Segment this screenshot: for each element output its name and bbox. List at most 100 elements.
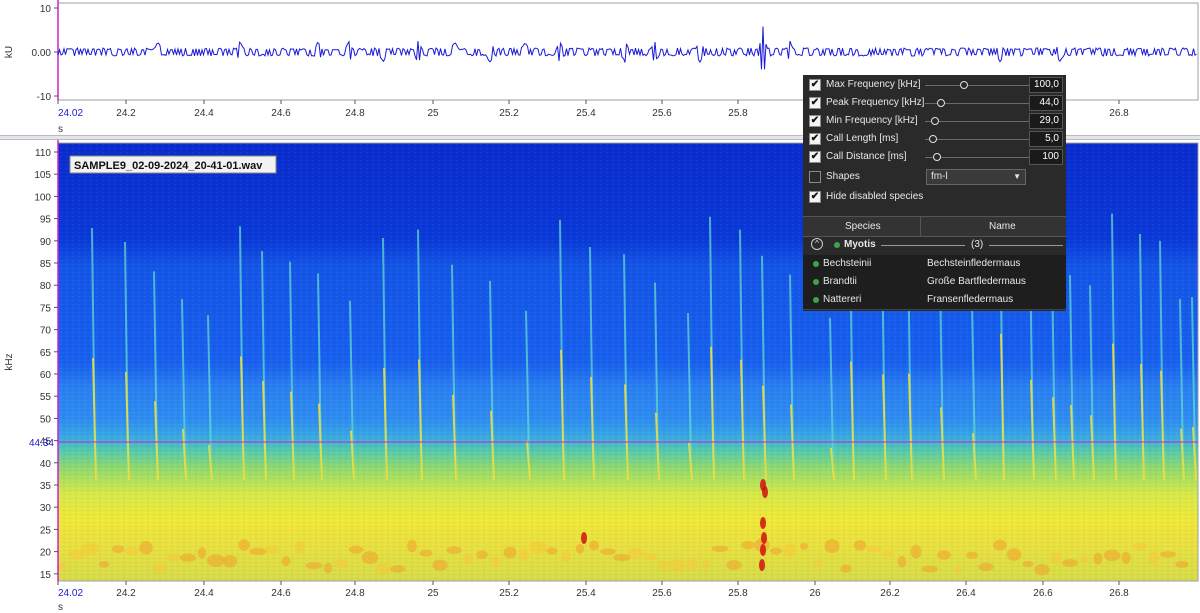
species-row[interactable]: Nattereri Fransenfledermaus [803,291,1066,310]
species-row[interactable]: Bechsteinii Bechsteinfledermaus [803,255,1066,274]
spectrogram-x-tick: 26.8 [1109,588,1129,599]
waveform-x-tick: 24.2 [116,108,136,119]
spectrogram-unit-label: kHz [4,353,15,370]
param-peak-frequency: ✔ Peak Frequency [kHz] 44,0 [803,94,1066,112]
spectrogram-y-tick: 40 [40,459,52,470]
call-distance-label: Call Distance [ms] [826,151,907,162]
chevron-down-icon: ▼ [1013,172,1021,181]
shapes-select[interactable]: fm-l ▼ [926,169,1026,185]
min-frequency-value[interactable]: 29,0 [1029,113,1063,129]
spectrogram-y-tick: 70 [40,326,52,337]
waveform-x-tick: 25.2 [499,108,519,119]
max-frequency-slider-handle[interactable] [960,81,968,89]
species-status-dot [813,261,819,267]
waveform-x-tick: 24.02 [58,108,83,119]
spectrogram-y-tick: 35 [40,481,52,492]
group-name: Myotis [844,239,876,250]
shapes-checkbox[interactable]: ✔ [809,171,821,183]
frequency-marker-value: 44.34 [29,438,54,449]
spectrogram-y-tick: 50 [40,414,52,425]
species-row[interactable]: Brandtii Große Bartfledermaus [803,273,1066,292]
spectrogram-y-tick: 85 [40,259,52,270]
param-call-length: ✔ Call Length [ms] 5,0 [803,130,1066,148]
param-call-distance: ✔ Call Distance [ms] 100 [803,148,1066,166]
species-common: Fransenfledermaus [927,294,1014,305]
param-max-frequency: ✔ Max Frequency [kHz] 100,0 [803,76,1066,94]
spectrogram-x-tick: 26.6 [1033,588,1053,599]
call-distance-value[interactable]: 100 [1029,149,1063,165]
waveform-x-tick: 25.8 [728,108,748,119]
call-length-checkbox[interactable]: ✔ [809,133,821,145]
group-line [881,245,965,246]
peak-frequency-checkbox[interactable]: ✔ [809,97,821,109]
call-length-slider[interactable] [925,139,1030,140]
spectrogram-y-tick: 80 [40,281,52,292]
file-label: SAMPLE9_02-09-2024_20-41-01.wav [74,160,263,172]
spectrogram-y-tick: 95 [40,215,52,226]
waveform-y-tick: -10 [37,92,52,103]
max-frequency-slider[interactable] [925,85,1030,86]
spectrogram-x-tick: 25.2 [499,588,519,599]
peak-frequency-label: Peak Frequency [kHz] [826,97,925,108]
spectrogram-x-tick: 26.2 [880,588,900,599]
waveform-x-tick: 24.8 [345,108,365,119]
column-header-name[interactable]: Name [989,221,1016,232]
species-group-myotis[interactable]: ^ Myotis (3) [803,236,1066,254]
waveform-x-unit: s [58,124,63,135]
call-distance-checkbox[interactable]: ✔ [809,151,821,163]
min-frequency-label: Min Frequency [kHz] [826,115,918,126]
group-line-right [989,245,1063,246]
spectrogram-x-tick: 24.6 [271,588,291,599]
collapse-icon[interactable]: ^ [811,238,823,250]
peak-frequency-slider-handle[interactable] [937,99,945,107]
spectrogram-x-tick: 25.8 [728,588,748,599]
waveform-x-tick: 25.4 [576,108,596,119]
spectrogram-x-tick: 26 [809,588,821,599]
spectrogram-x-tick: 25 [427,588,439,599]
call-length-label: Call Length [ms] [826,133,899,144]
max-frequency-label: Max Frequency [kHz] [826,79,921,90]
max-frequency-checkbox[interactable]: ✔ [809,79,821,91]
shapes-label: Shapes [826,171,860,182]
spectrogram-x-unit: s [58,602,63,613]
waveform-unit-label: kU [4,46,15,58]
spectrogram-y-tick: 55 [40,392,52,403]
spectrogram-y-tick: 15 [40,570,52,581]
max-frequency-value[interactable]: 100,0 [1029,77,1063,93]
species-latin: Brandtii [823,276,857,287]
spectrogram-x-tick: 24.02 [58,588,83,599]
species-table-header: Species Name [803,216,1066,237]
spectrogram-y-tick: 20 [40,548,52,559]
group-status-dot [834,242,840,248]
species-status-dot [813,297,819,303]
hide-disabled-label: Hide disabled species [826,191,924,202]
hide-disabled-checkbox[interactable]: ✔ [809,191,821,203]
min-frequency-checkbox[interactable]: ✔ [809,115,821,127]
spectrogram-y-tick: 100 [34,192,51,203]
waveform-x-tick: 24.6 [271,108,291,119]
param-shapes: ✔ Shapes fm-l ▼ [803,168,1066,186]
waveform-x-tick: 26.8 [1109,108,1129,119]
spectrogram-x-tick: 24.2 [116,588,136,599]
waveform-y-tick: 0.00 [32,48,52,59]
species-latin: Bechsteinii [823,258,872,269]
spectrogram-y-tick: 110 [35,148,51,159]
waveform-x-tick: 24.4 [194,108,214,119]
waveform-x-tick: 25 [427,108,439,119]
min-frequency-slider[interactable] [925,121,1030,122]
spectrogram-y-tick: 30 [40,503,52,514]
min-frequency-slider-handle[interactable] [931,117,939,125]
call-distance-slider-handle[interactable] [933,153,941,161]
spectrogram-y-tick: 90 [40,237,52,248]
call-length-slider-handle[interactable] [929,135,937,143]
species-status-dot [813,279,819,285]
column-header-species[interactable]: Species [845,221,881,232]
hide-disabled-row: ✔ Hide disabled species [803,188,1066,206]
shapes-selected-value: fm-l [931,171,948,182]
spectrogram-y-tick: 65 [40,348,52,359]
group-count: (3) [971,239,984,250]
peak-frequency-value[interactable]: 44,0 [1029,95,1063,111]
species-latin: Nattereri [823,294,862,305]
call-length-value[interactable]: 5,0 [1029,131,1063,147]
spectrogram-y-tick: 75 [40,303,52,314]
